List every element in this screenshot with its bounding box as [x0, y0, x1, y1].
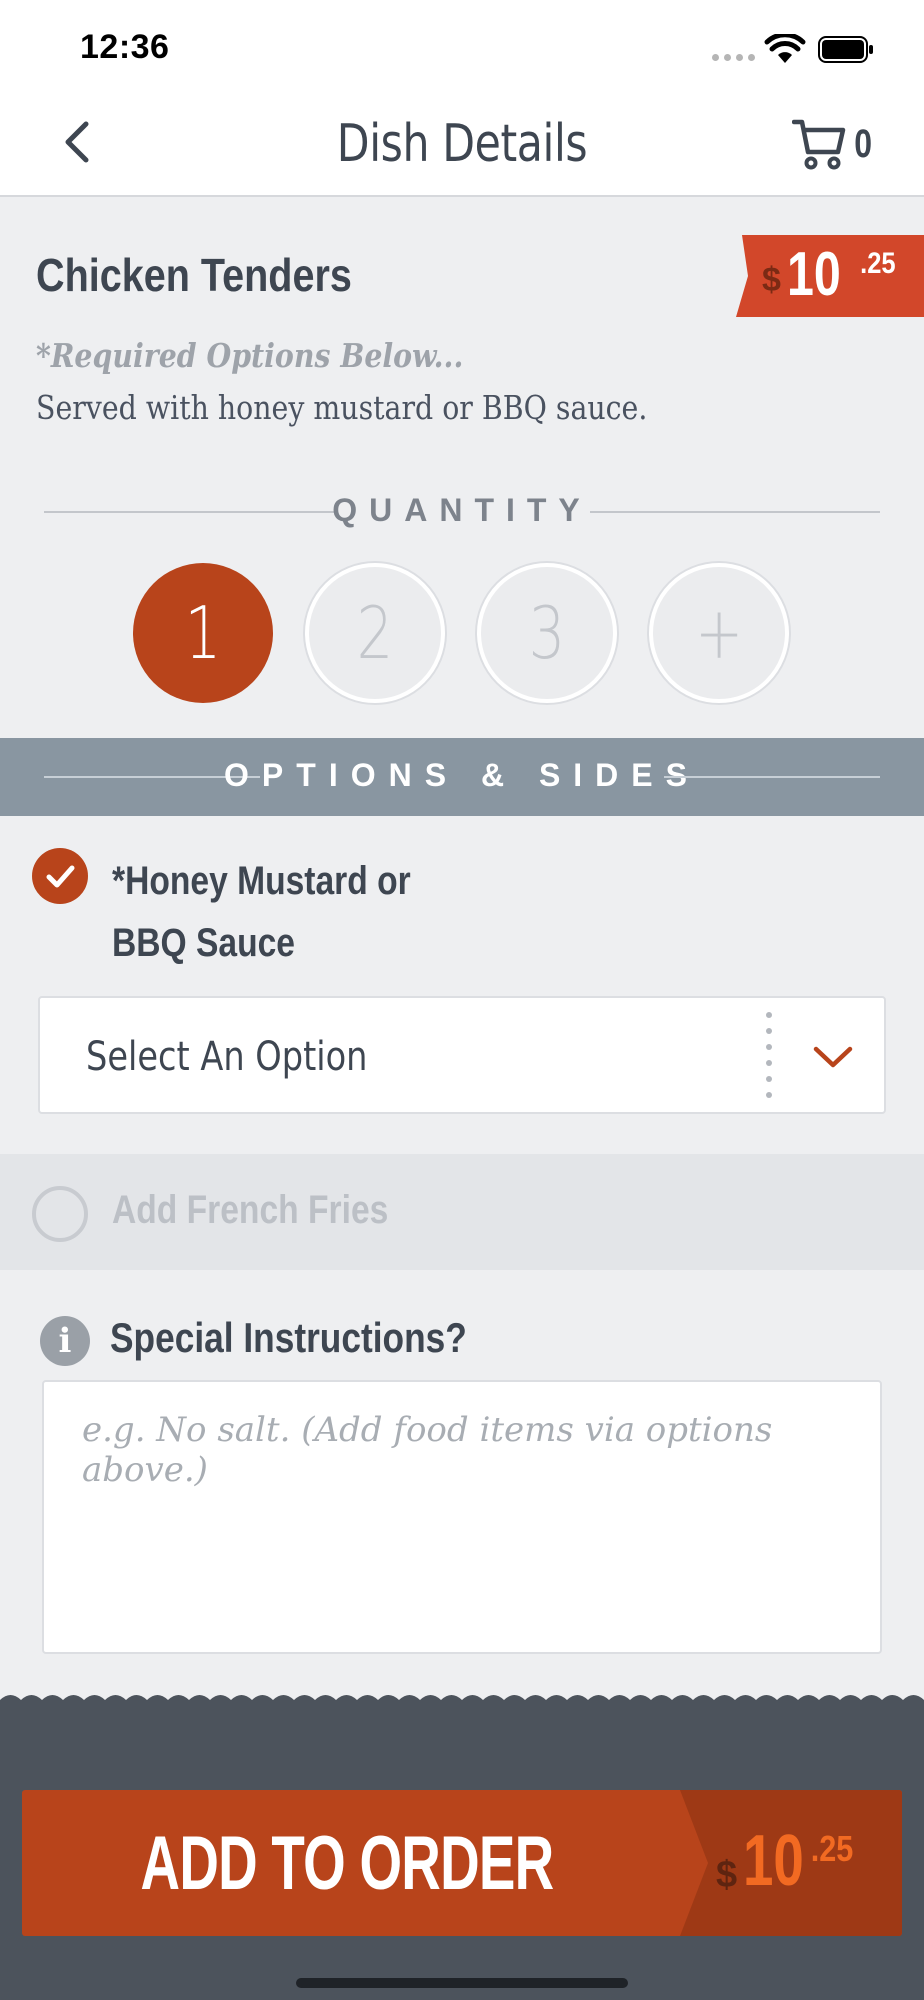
divider	[590, 511, 880, 513]
select-divider	[766, 1012, 772, 1098]
add-to-order-button[interactable]: ADD TO ORDER $ 10 .25	[22, 1790, 902, 1936]
home-indicator	[296, 1978, 628, 1988]
fries-option-checkbox[interactable]	[32, 1186, 88, 1242]
status-time: 12:36	[80, 28, 170, 66]
cart-button[interactable]: 0	[792, 114, 882, 174]
nav-bar: Dish Details 0	[0, 96, 924, 197]
special-instructions-label: Special Instructions?	[110, 1314, 467, 1361]
quantity-option-2[interactable]: 2	[305, 563, 445, 703]
wave-edge	[0, 1695, 924, 1710]
sauce-option-title: *Honey Mustard or BBQ Sauce	[112, 859, 411, 965]
footer: ADD TO ORDER $ 10 .25	[0, 1695, 924, 2000]
add-to-order-label: ADD TO ORDER	[140, 1821, 555, 1906]
quantity-option-1[interactable]: 1	[133, 563, 273, 703]
price-tag: $ 10 .25	[736, 235, 924, 317]
battery-icon	[818, 36, 873, 63]
special-instructions-input[interactable]	[42, 1380, 882, 1654]
status-bar: 12:36	[0, 0, 924, 96]
fries-option-row[interactable]: Add French Fries	[0, 1154, 924, 1270]
quantity-header: QUANTITY	[44, 492, 880, 532]
dish-description: Served with honey mustard or BBQ sauce.	[36, 388, 648, 427]
fries-option-label: Add French Fries	[112, 1188, 389, 1232]
check-icon	[46, 865, 75, 888]
price-dollars: 10	[786, 240, 841, 309]
dish-name: Chicken Tenders	[36, 249, 352, 301]
page-title: Dish Details	[336, 114, 588, 174]
add-to-order-price: $ 10 .25	[716, 1821, 854, 1901]
select-value: Select An Option	[86, 1034, 368, 1080]
sauce-option-select[interactable]: Select An Option	[38, 996, 886, 1114]
signal-icon	[712, 54, 755, 61]
quantity-option-3[interactable]: 3	[477, 563, 617, 703]
chevron-down-icon	[813, 1046, 853, 1068]
info-icon: i	[40, 1316, 90, 1366]
price-cents: .25	[860, 247, 896, 280]
quantity-selector: 1 2 3 +	[133, 563, 789, 703]
required-note: *Required Options Below...	[36, 336, 464, 375]
quantity-option-more[interactable]: +	[649, 563, 789, 703]
divider	[664, 776, 880, 778]
cart-icon	[792, 119, 846, 170]
price-symbol: $	[762, 261, 781, 299]
options-sides-header: OPTIONS & SIDES	[0, 738, 924, 816]
cart-count: 0	[854, 121, 873, 166]
wifi-icon	[764, 34, 806, 63]
sauce-option-checkbox[interactable]	[32, 848, 88, 904]
